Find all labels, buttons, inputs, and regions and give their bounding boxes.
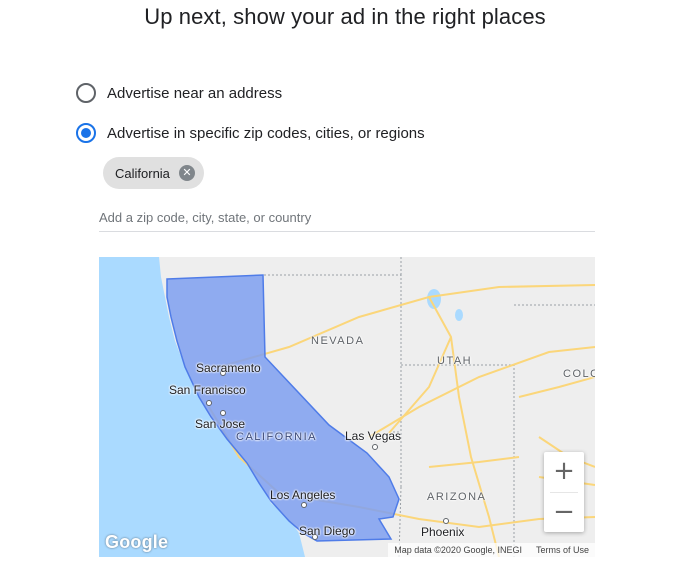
radio-advertise-near-address[interactable]: Advertise near an address [76,82,282,104]
state-label-utah: UTAH [437,355,473,367]
terms-of-use-link[interactable]: Terms of Use [536,545,589,555]
city-label-san-jose: San Jose [195,417,246,431]
map-canvas[interactable] [99,257,595,557]
radio-button-checked[interactable] [76,123,96,143]
remove-chip-icon[interactable]: ✕ [178,165,195,181]
state-label-arizona: ARIZONA [427,491,487,503]
city-label-phoenix: Phoenix [421,525,465,539]
page-title: Up next, show your ad in the right place… [144,4,546,29]
lake [455,309,463,321]
city-label-los-angeles: Los Angeles [270,488,336,502]
google-logo: Google [105,532,169,552]
radio-advertise-specific-regions[interactable]: Advertise in specific zip codes, cities,… [76,122,425,144]
chip-label: California [115,165,170,181]
radio-label: Advertise near an address [107,84,283,102]
radio-label: Advertise in specific zip codes, cities,… [107,124,425,142]
state-label-nevada: NEVADA [311,335,365,347]
location-search-input[interactable] [99,203,595,232]
map-view[interactable]: NEVADA UTAH COLO CALIFORNIA ARIZONA Sacr… [99,257,595,557]
zoom-control: + − [544,452,584,532]
map-data-attribution: Map data ©2020 Google, INEGI [394,545,522,555]
zoom-in-button[interactable]: + [544,452,584,492]
city-label-las-vegas: Las Vegas [345,429,402,443]
state-label-colorado: COLO [563,368,595,380]
location-chip-california: California ✕ [103,157,204,189]
zoom-out-button[interactable]: − [544,493,584,533]
state-label-california: CALIFORNIA [236,431,318,443]
city-label-san-diego: San Diego [299,524,356,538]
city-label-sacramento: Sacramento [196,361,261,375]
city-label-san-francisco: San Francisco [169,383,246,397]
map-attribution-bar: Map data ©2020 Google, INEGI Terms of Us… [388,543,595,557]
radio-button-unchecked[interactable] [76,83,96,103]
